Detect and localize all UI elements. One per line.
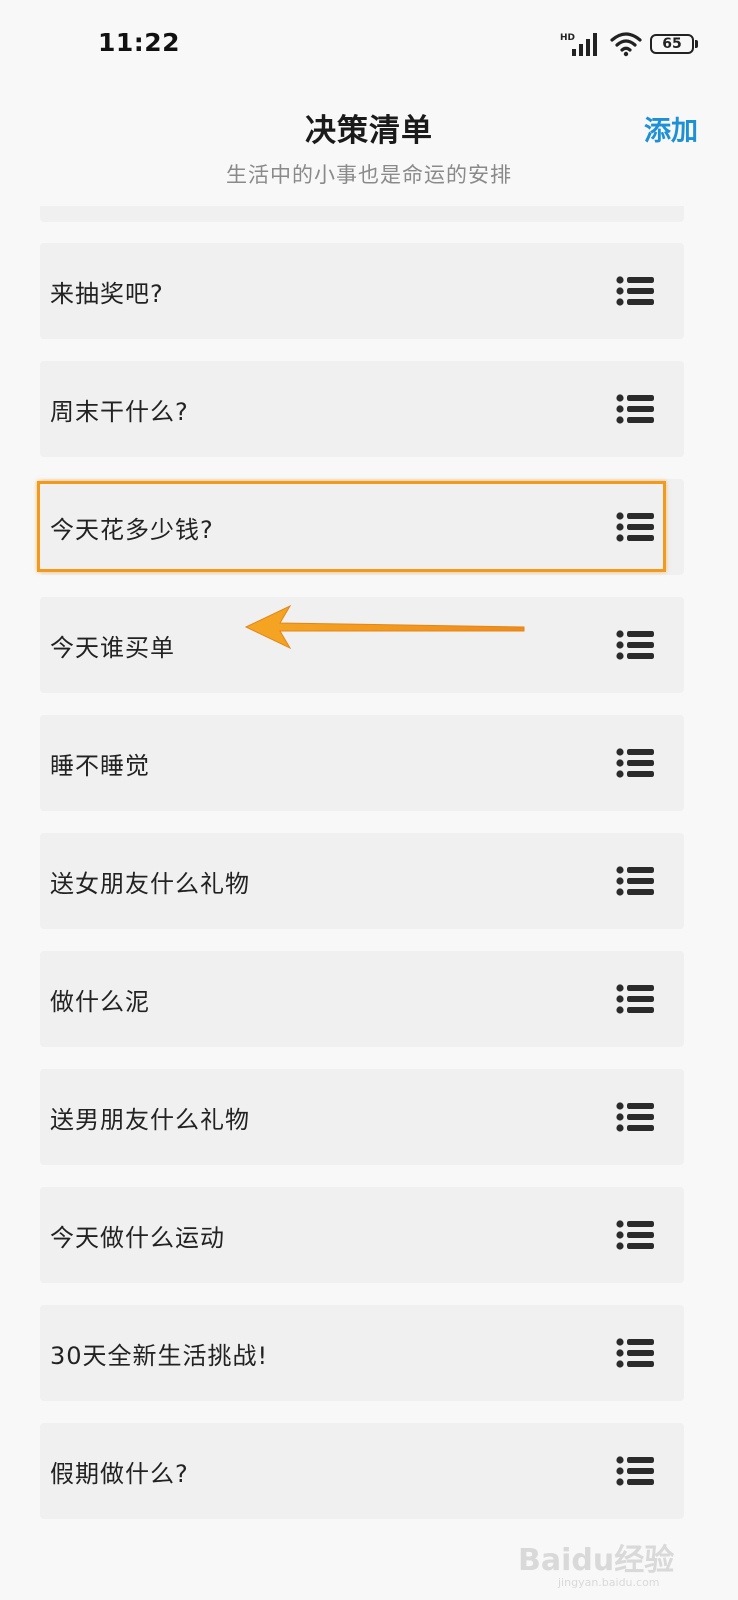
list-menu-icon[interactable] — [616, 1102, 654, 1132]
status-time: 11:22 — [98, 28, 181, 57]
list-item-label: 来抽奖吧? — [50, 279, 164, 308]
list-menu-icon[interactable] — [616, 1456, 654, 1486]
list-item-label: 30天全新生活挑战! — [50, 1341, 269, 1370]
list-item[interactable]: 今天做什么运动 — [40, 1187, 684, 1283]
list-menu-icon[interactable] — [616, 630, 654, 660]
list-item-label: 假期做什么? — [50, 1459, 189, 1488]
list-menu-icon[interactable] — [616, 1220, 654, 1250]
list-item-label: 送女朋友什么礼物 — [50, 869, 250, 898]
list-item-label: 送男朋友什么礼物 — [50, 1105, 250, 1134]
list-item-partial[interactable] — [40, 206, 684, 222]
add-button[interactable]: 添加 — [644, 109, 698, 148]
list-item-label: 今天做什么运动 — [50, 1223, 225, 1252]
list-item[interactable]: 今天谁买单 — [40, 597, 684, 693]
list-item-label: 做什么泥 — [50, 987, 150, 1016]
list-item[interactable]: 今天花多少钱? — [40, 479, 684, 575]
list-item[interactable]: 送男朋友什么礼物 — [40, 1069, 684, 1165]
list-item-label: 睡不睡觉 — [50, 751, 150, 780]
list-item[interactable]: 做什么泥 — [40, 951, 684, 1047]
signal-icon: HD — [560, 33, 597, 56]
status-bar: 11:22 HD 65 — [0, 0, 738, 90]
wifi-icon — [610, 32, 642, 57]
page-subtitle: 生活中的小事也是命运的安排 — [226, 163, 512, 187]
list-menu-icon[interactable] — [616, 748, 654, 778]
battery-level: 65 — [662, 36, 682, 52]
network-label: HD — [560, 33, 575, 43]
page-title: 决策清单 — [305, 113, 433, 149]
watermark-subtext: jingyan.baidu.com — [557, 1576, 660, 1589]
list-item[interactable]: 送女朋友什么礼物 — [40, 833, 684, 929]
list-menu-icon[interactable] — [616, 866, 654, 896]
list-item-label: 今天谁买单 — [50, 633, 175, 662]
list-item[interactable]: 睡不睡觉 — [40, 715, 684, 811]
list-item[interactable]: 假期做什么? — [40, 1423, 684, 1519]
list-menu-icon[interactable] — [616, 512, 654, 542]
list-item-label: 周末干什么? — [50, 397, 189, 426]
status-icons: HD 65 — [560, 30, 698, 58]
baidu-watermark-logo: Baidu经验 jingyan.baidu.com — [518, 1543, 674, 1589]
list-menu-icon[interactable] — [616, 394, 654, 424]
list-menu-icon[interactable] — [616, 984, 654, 1014]
list-item-label: 今天花多少钱? — [50, 515, 214, 544]
list-item[interactable]: 来抽奖吧? — [40, 243, 684, 339]
list-menu-icon[interactable] — [616, 1338, 654, 1368]
header: 决策清单 添加 生活中的小事也是命运的安排 — [0, 95, 738, 205]
list-item[interactable]: 30天全新生活挑战! — [40, 1305, 684, 1401]
watermark-text: Baidu经验 — [518, 1543, 674, 1578]
list-item[interactable]: 周末干什么? — [40, 361, 684, 457]
decision-list: 来抽奖吧? 周末干什么? 今天花多少钱? 今天谁买单 睡不睡觉 送女朋友什么礼物… — [40, 243, 684, 1541]
battery-icon: 65 — [650, 34, 698, 54]
list-menu-icon[interactable] — [616, 276, 654, 306]
